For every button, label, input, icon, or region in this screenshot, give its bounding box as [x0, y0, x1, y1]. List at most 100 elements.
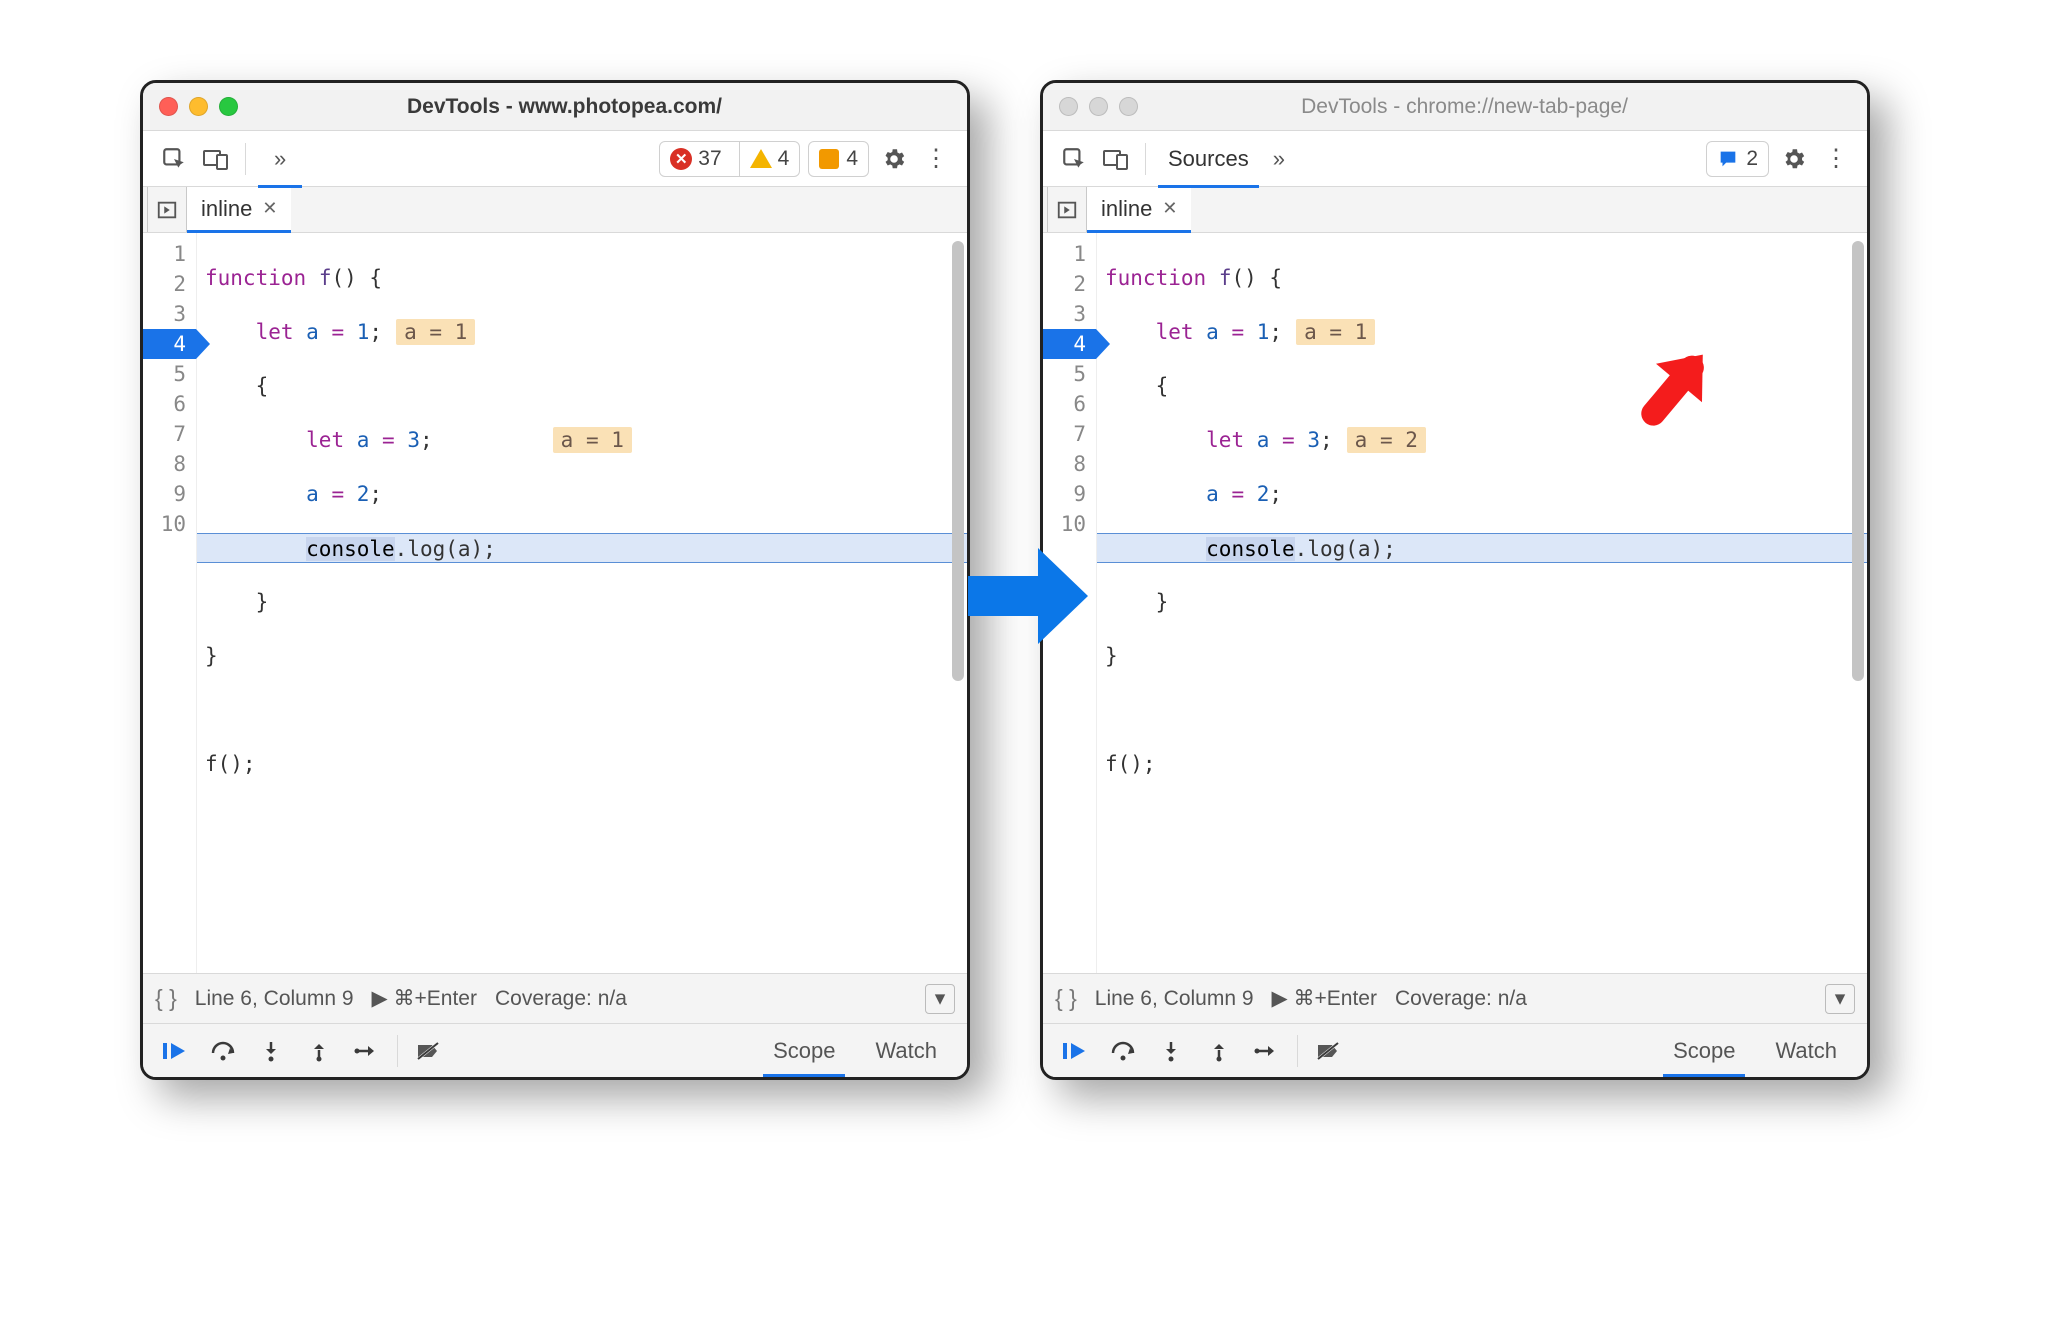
inline-value-hint: a = 1 — [396, 319, 475, 345]
warning-count[interactable]: 4 — [739, 142, 800, 176]
line-number[interactable]: 5 — [143, 359, 186, 389]
code-line: } — [1105, 641, 1867, 671]
code-line: function f() { — [205, 263, 967, 293]
file-tab-inline[interactable]: inline ✕ — [1087, 187, 1191, 233]
sources-tab[interactable]: Sources — [1158, 131, 1259, 187]
step-over-icon[interactable] — [201, 1031, 245, 1071]
code-area[interactable]: function f() { let a = 1;a = 1 { let a =… — [1097, 233, 1867, 973]
scope-tab[interactable]: Scope — [753, 1024, 855, 1077]
step-out-icon[interactable] — [297, 1031, 341, 1071]
pretty-print-icon[interactable]: { } — [1055, 985, 1077, 1012]
debugger-toolbar: Scope Watch — [143, 1023, 967, 1077]
line-number[interactable]: 6 — [143, 389, 186, 419]
file-tab-label: inline — [201, 196, 252, 222]
code-line: } — [1105, 587, 1867, 617]
close-tab-icon[interactable]: ✕ — [262, 198, 277, 219]
close-traffic-light[interactable] — [1059, 97, 1078, 116]
line-number[interactable]: 1 — [143, 239, 186, 269]
more-tabs-icon[interactable]: » — [268, 146, 292, 172]
line-number[interactable]: 7 — [143, 419, 186, 449]
debugger-toolbar: Scope Watch — [1043, 1023, 1867, 1077]
code-line: let a = 3;a = 1 — [205, 425, 967, 455]
line-number[interactable]: 3 — [1043, 299, 1086, 329]
pretty-print-icon[interactable]: { } — [155, 985, 177, 1012]
scrollbar[interactable] — [1852, 241, 1864, 681]
watch-tab[interactable]: Watch — [855, 1024, 957, 1077]
watch-tab[interactable]: Watch — [1755, 1024, 1857, 1077]
line-number[interactable]: 3 — [143, 299, 186, 329]
minimize-traffic-light[interactable] — [189, 97, 208, 116]
line-number[interactable]: 1 — [1043, 239, 1086, 269]
code-line: function f() { — [1105, 263, 1867, 293]
code-area[interactable]: function f() { let a = 1;a = 1 { let a =… — [197, 233, 967, 973]
execution-line-marker[interactable]: 4 — [1043, 329, 1096, 359]
resume-icon[interactable] — [153, 1031, 197, 1071]
settings-icon[interactable] — [1777, 142, 1811, 176]
step-out-icon[interactable] — [1197, 1031, 1241, 1071]
deactivate-breakpoints-icon[interactable] — [1306, 1031, 1350, 1071]
line-number[interactable]: 8 — [143, 449, 186, 479]
zoom-traffic-light[interactable] — [1119, 97, 1138, 116]
more-options-icon[interactable]: ⋮ — [919, 142, 953, 176]
line-number[interactable]: 8 — [1043, 449, 1086, 479]
editor[interactable]: 1 2 3 4 5 6 7 8 9 10 function f() { let … — [143, 233, 967, 973]
coverage-status[interactable]: Coverage: n/a — [495, 987, 627, 1011]
issues-count[interactable]: 4 — [808, 141, 869, 177]
execution-line-marker[interactable]: 4 — [143, 329, 196, 359]
dropdown-icon[interactable]: ▾ — [1825, 984, 1855, 1014]
file-tab-inline[interactable]: inline ✕ — [187, 187, 291, 233]
inspect-icon[interactable] — [157, 142, 191, 176]
line-number[interactable]: 7 — [1043, 419, 1086, 449]
line-gutter[interactable]: 1 2 3 4 5 6 7 8 9 10 — [143, 233, 197, 973]
coverage-status[interactable]: Coverage: n/a — [1395, 987, 1527, 1011]
line-number[interactable]: 2 — [143, 269, 186, 299]
run-snippet[interactable]: ▶ ⌘+Enter — [1272, 986, 1377, 1011]
dropdown-icon[interactable]: ▾ — [925, 984, 955, 1014]
navigator-toggle-icon[interactable] — [147, 187, 187, 232]
resume-icon[interactable] — [1053, 1031, 1097, 1071]
settings-icon[interactable] — [877, 142, 911, 176]
debugger-side-tabs: Scope Watch — [1653, 1024, 1857, 1077]
step-icon[interactable] — [345, 1031, 389, 1071]
error-count[interactable]: ✕ 37 — [660, 142, 731, 176]
current-line: console.log(a); — [1097, 533, 1867, 563]
code-line: a = 2; — [205, 479, 967, 509]
messages-count[interactable]: 2 — [1706, 141, 1769, 177]
minimize-traffic-light[interactable] — [1089, 97, 1108, 116]
close-tab-icon[interactable]: ✕ — [1162, 198, 1177, 219]
line-number[interactable]: 10 — [143, 509, 186, 539]
line-number[interactable]: 9 — [1043, 479, 1086, 509]
deactivate-breakpoints-icon[interactable] — [406, 1031, 450, 1071]
inline-value-hint: a = 1 — [1296, 319, 1375, 345]
inspect-icon[interactable] — [1057, 142, 1091, 176]
device-toggle-icon[interactable] — [199, 142, 233, 176]
scope-tab[interactable]: Scope — [1653, 1024, 1755, 1077]
line-number[interactable]: 2 — [1043, 269, 1086, 299]
line-number[interactable]: 5 — [1043, 359, 1086, 389]
step-into-icon[interactable] — [249, 1031, 293, 1071]
more-options-icon[interactable]: ⋮ — [1819, 142, 1853, 176]
debugger-side-tabs: Scope Watch — [753, 1024, 957, 1077]
main-toolbar: Sources » 2 ⋮ — [1043, 131, 1867, 187]
step-into-icon[interactable] — [1149, 1031, 1193, 1071]
step-icon[interactable] — [1245, 1031, 1289, 1071]
navigator-toggle-icon[interactable] — [1047, 187, 1087, 232]
current-line: console.log(a); — [197, 533, 967, 563]
main-toolbar: » ✕ 37 4 4 ⋮ — [143, 131, 967, 187]
console-counts[interactable]: ✕ 37 4 — [659, 141, 800, 177]
zoom-traffic-light[interactable] — [219, 97, 238, 116]
file-tab-row: inline ✕ — [1043, 187, 1867, 233]
active-panel-indicator[interactable]: » — [258, 131, 302, 187]
run-snippet[interactable]: ▶ ⌘+Enter — [372, 986, 477, 1011]
close-traffic-light[interactable] — [159, 97, 178, 116]
device-toggle-icon[interactable] — [1099, 142, 1133, 176]
issues-icon — [819, 149, 839, 169]
code-line: { — [1105, 371, 1867, 401]
editor-status-bar: { } Line 6, Column 9 ▶ ⌘+Enter Coverage:… — [143, 973, 967, 1023]
more-tabs-icon[interactable]: » — [1267, 146, 1291, 172]
separator — [1145, 143, 1146, 175]
line-number[interactable]: 6 — [1043, 389, 1086, 419]
line-number[interactable]: 9 — [143, 479, 186, 509]
step-over-icon[interactable] — [1101, 1031, 1145, 1071]
editor[interactable]: 1 2 3 4 5 6 7 8 9 10 function f() { let … — [1043, 233, 1867, 973]
